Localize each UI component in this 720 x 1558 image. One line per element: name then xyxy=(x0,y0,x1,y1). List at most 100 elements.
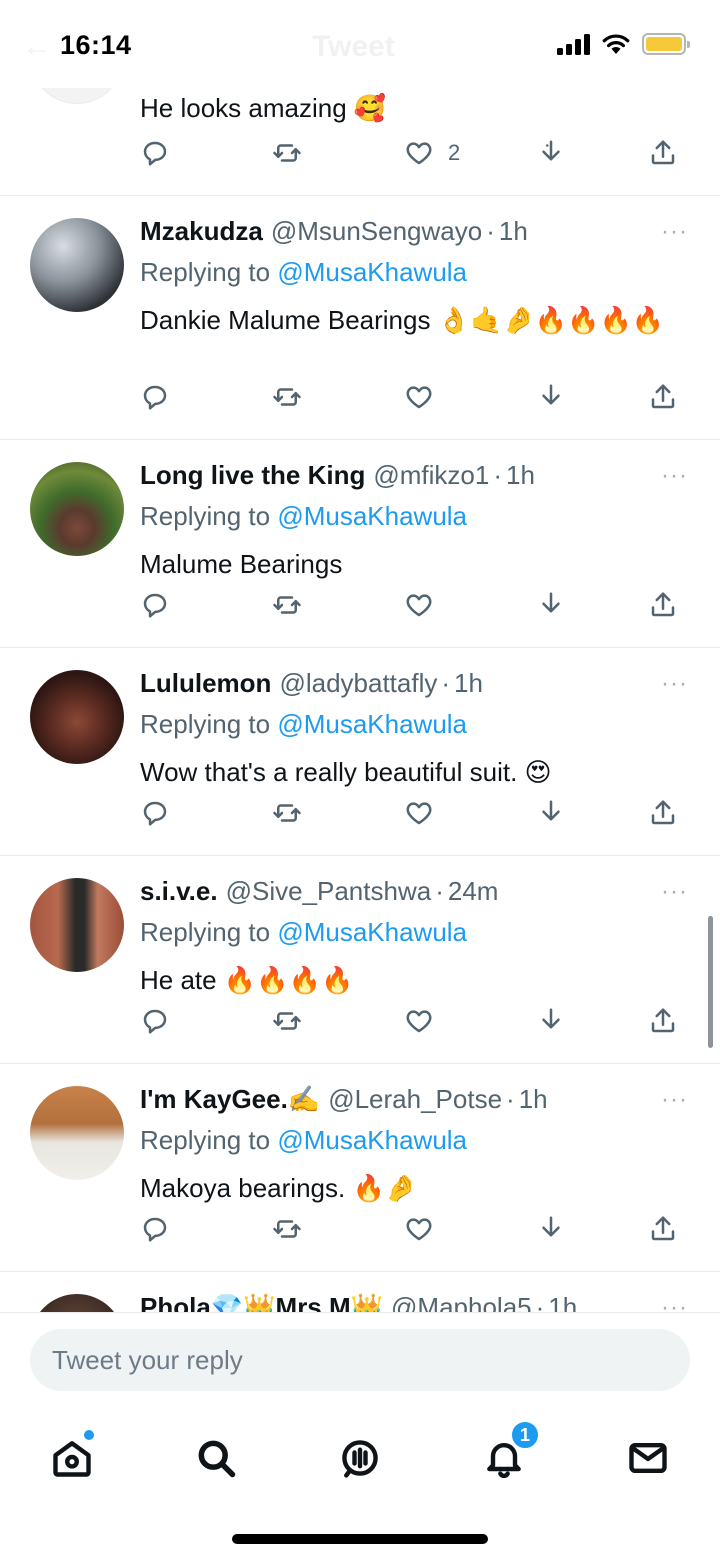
bookmark-button[interactable] xyxy=(536,138,566,168)
retweet-icon xyxy=(273,804,301,822)
mail-icon xyxy=(629,1442,667,1474)
share-button[interactable] xyxy=(648,1006,678,1036)
share-button[interactable] xyxy=(648,138,678,168)
status-icons xyxy=(557,32,690,56)
reply-icon xyxy=(143,593,167,618)
retweet-button[interactable] xyxy=(272,798,302,828)
scrollbar[interactable] xyxy=(708,916,713,1048)
tweet-actions xyxy=(140,382,680,422)
tab-search[interactable] xyxy=(186,1428,246,1488)
avatar[interactable] xyxy=(30,878,124,972)
battery-icon xyxy=(642,33,690,55)
tweet-reply[interactable]: ··· I'm KayGee.✍️ @Lerah_Potse · 1h Repl… xyxy=(0,1064,720,1272)
heart-icon xyxy=(406,142,432,165)
tweet-reply[interactable]: ··· Lululemon @ladybattafly · 1h Replyin… xyxy=(0,648,720,856)
display-name[interactable]: Long live the King xyxy=(140,460,365,491)
tab-messages[interactable] xyxy=(618,1428,678,1488)
tab-home[interactable] xyxy=(42,1428,102,1488)
heart-icon xyxy=(406,1218,432,1241)
retweet-button[interactable] xyxy=(272,382,302,412)
reply-feed: He looks amazing 🥰 2 ··· Mzakudza @MsunS… xyxy=(0,0,720,1312)
avatar[interactable] xyxy=(30,218,124,312)
tweet-actions: 2 xyxy=(140,138,680,178)
tweet-actions xyxy=(140,798,680,838)
avatar[interactable] xyxy=(30,462,124,556)
timestamp: 1h xyxy=(548,1292,578,1312)
retweet-button[interactable] xyxy=(272,138,302,168)
mention-link[interactable]: @MusaKhawula xyxy=(277,917,467,947)
home-unread-dot xyxy=(84,1430,94,1440)
retweet-button[interactable] xyxy=(272,1006,302,1036)
like-button[interactable] xyxy=(404,1006,434,1036)
tab-spaces[interactable] xyxy=(330,1428,390,1488)
share-button[interactable] xyxy=(648,382,678,412)
reply-icon xyxy=(143,141,167,166)
reply-bar xyxy=(0,1312,720,1408)
timestamp: 1h xyxy=(498,216,528,246)
bookmark-button[interactable] xyxy=(536,382,566,412)
tweet-reply-partial[interactable]: ··· Phola💎👑Mrs M👑 @Maphola5 · 1h xyxy=(0,1272,720,1312)
status-time: 16:14 xyxy=(60,30,132,60)
tab-notifications[interactable]: 1 xyxy=(474,1420,540,1488)
share-icon xyxy=(651,1216,675,1241)
home-indicator[interactable] xyxy=(232,1534,488,1544)
share-button[interactable] xyxy=(648,1214,678,1244)
user-handle[interactable]: @Maphola5 xyxy=(391,1292,532,1312)
like-button[interactable] xyxy=(404,382,434,412)
like-button[interactable] xyxy=(404,1214,434,1244)
bookmark-button[interactable] xyxy=(536,1214,566,1244)
separator-dot: · xyxy=(506,1084,515,1114)
bookmark-button[interactable] xyxy=(536,798,566,828)
download-icon xyxy=(542,1008,560,1029)
bookmark-button[interactable] xyxy=(536,590,566,620)
like-button[interactable] xyxy=(404,590,434,620)
display-name[interactable]: Phola💎👑Mrs M👑 xyxy=(140,1292,383,1312)
tweet-actions xyxy=(140,1006,680,1046)
share-button[interactable] xyxy=(648,590,678,620)
user-handle[interactable]: @mfikzo1 xyxy=(373,460,489,491)
timestamp: 1h xyxy=(518,1084,548,1114)
mention-link[interactable]: @MusaKhawula xyxy=(277,1125,467,1155)
user-handle[interactable]: @Lerah_Potse xyxy=(328,1084,502,1115)
retweet-button[interactable] xyxy=(272,1214,302,1244)
mention-link[interactable]: @MusaKhawula xyxy=(277,709,467,739)
tweet-reply[interactable]: ··· Mzakudza @MsunSengwayo · 1h Replying… xyxy=(0,196,720,440)
retweet-button[interactable] xyxy=(272,590,302,620)
display-name[interactable]: s.i.v.e. xyxy=(140,876,218,907)
like-button[interactable] xyxy=(404,798,434,828)
retweet-icon xyxy=(273,1220,301,1238)
display-name[interactable]: Mzakudza xyxy=(140,216,263,247)
mention-link[interactable]: @MusaKhawula xyxy=(277,501,467,531)
reply-button[interactable] xyxy=(140,138,170,168)
bookmark-button[interactable] xyxy=(536,1006,566,1036)
share-button[interactable] xyxy=(648,798,678,828)
reply-button[interactable] xyxy=(140,1006,170,1036)
user-handle[interactable]: @ladybattafly xyxy=(279,668,437,699)
timestamp: 1h xyxy=(454,668,483,698)
tweet-text: Malume Bearings xyxy=(140,549,343,579)
spaces-icon xyxy=(342,1440,378,1478)
retweet-icon xyxy=(273,1012,301,1030)
tweet-reply[interactable]: ··· Long live the King @mfikzo1 · 1h Rep… xyxy=(0,440,720,648)
display-name[interactable]: I'm KayGee.✍️ xyxy=(140,1084,320,1115)
display-name[interactable]: Lululemon xyxy=(140,668,271,699)
avatar[interactable] xyxy=(30,670,124,764)
back-arrow-icon[interactable]: ← xyxy=(22,30,52,64)
reply-button[interactable] xyxy=(140,382,170,412)
like-button[interactable]: 2 xyxy=(404,138,460,168)
cellular-signal-icon xyxy=(557,33,590,55)
user-handle[interactable]: @Sive_Pantshwa xyxy=(226,876,432,907)
reply-input[interactable] xyxy=(30,1329,690,1391)
avatar[interactable] xyxy=(30,1294,124,1312)
avatar[interactable] xyxy=(30,1086,124,1180)
reply-button[interactable] xyxy=(140,590,170,620)
tweet-reply[interactable]: ··· s.i.v.e. @Sive_Pantshwa · 24m Replyi… xyxy=(0,856,720,1064)
reply-button[interactable] xyxy=(140,798,170,828)
reply-button[interactable] xyxy=(140,1214,170,1244)
reply-icon xyxy=(143,1217,167,1242)
separator-dot: · xyxy=(435,876,444,906)
user-handle[interactable]: @MsunSengwayo xyxy=(271,216,482,247)
page-title: Tweet xyxy=(312,30,395,63)
download-icon xyxy=(542,800,560,821)
mention-link[interactable]: @MusaKhawula xyxy=(277,257,467,287)
